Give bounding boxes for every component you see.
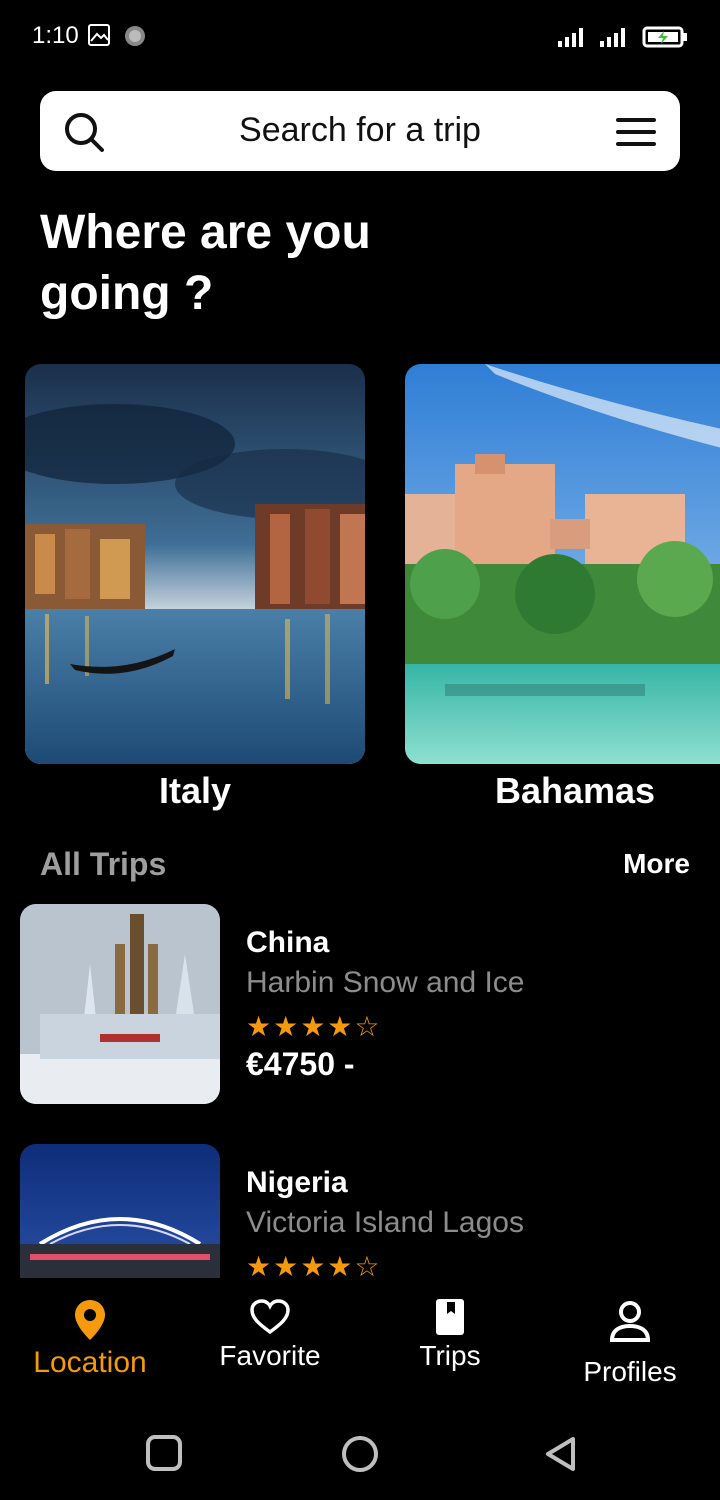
status-bar: 1:10 [0, 0, 720, 72]
bottom-nav: Location Favorite Trips Profiles [0, 1278, 720, 1403]
bahamas-image [405, 364, 720, 764]
section-title-all-trips: All Trips [40, 846, 167, 882]
nav-item-location[interactable]: Location [0, 1298, 180, 1380]
list-item[interactable]: China Harbin Snow and Ice ★★★★☆ €4750 - [0, 904, 720, 1104]
heart-icon [250, 1299, 290, 1335]
gallery-icon [88, 24, 110, 46]
home-icon[interactable] [340, 1434, 380, 1474]
rating-stars: ★★★★☆ [246, 1011, 382, 1042]
person-icon [609, 1301, 651, 1342]
nav-label: Trips [419, 1340, 481, 1371]
trip-country: China [246, 926, 330, 959]
status-indicators [558, 26, 688, 48]
china-image [20, 904, 220, 1104]
search-input[interactable]: Search for a trip [40, 111, 680, 150]
back-icon[interactable] [542, 1435, 580, 1473]
trip-thumbnail-china [20, 904, 220, 1104]
menu-icon[interactable] [616, 116, 656, 148]
nav-item-trips[interactable]: Trips [360, 1298, 540, 1372]
battery-icon [642, 26, 687, 48]
italy-image [25, 364, 365, 764]
trip-place: Harbin Snow and Ice [246, 966, 525, 999]
more-link[interactable]: More [623, 848, 690, 880]
destination-card-italy[interactable] [25, 364, 365, 764]
destination-label-italy[interactable]: Italy [25, 770, 365, 812]
list-item[interactable]: Nigeria Victoria Island Lagos ★★★★☆ [0, 1144, 720, 1278]
rating-stars: ★★★★☆ [246, 1251, 382, 1278]
trip-place: Victoria Island Lagos [246, 1206, 524, 1239]
nav-label: Favorite [219, 1340, 321, 1371]
nav-item-favorite[interactable]: Favorite [180, 1298, 360, 1372]
nav-label: Location [33, 1346, 147, 1379]
signal-icon [558, 28, 583, 47]
trip-list: China Harbin Snow and Ice ★★★★☆ €4750 - … [0, 904, 720, 1278]
trip-price: €4750 - [246, 1046, 355, 1082]
destination-card-bahamas[interactable] [405, 364, 720, 764]
nav-label: Profiles [583, 1356, 677, 1387]
signal-icon [600, 28, 625, 47]
page-title: Where are you going ? [40, 206, 371, 320]
trip-country: Nigeria [246, 1166, 348, 1199]
loading-icon [125, 26, 145, 46]
trip-thumbnail-nigeria [20, 1144, 220, 1278]
nigeria-image [20, 1144, 220, 1278]
book-icon [436, 1299, 464, 1335]
status-time: 1:10 [32, 22, 79, 49]
location-pin-icon [75, 1300, 105, 1340]
search-bar[interactable]: Search for a trip [40, 91, 680, 171]
system-nav [0, 1403, 720, 1500]
destination-label-bahamas[interactable]: Bahamas [405, 770, 720, 812]
recents-icon[interactable] [145, 1434, 183, 1472]
nav-item-profiles[interactable]: Profiles [540, 1300, 720, 1388]
